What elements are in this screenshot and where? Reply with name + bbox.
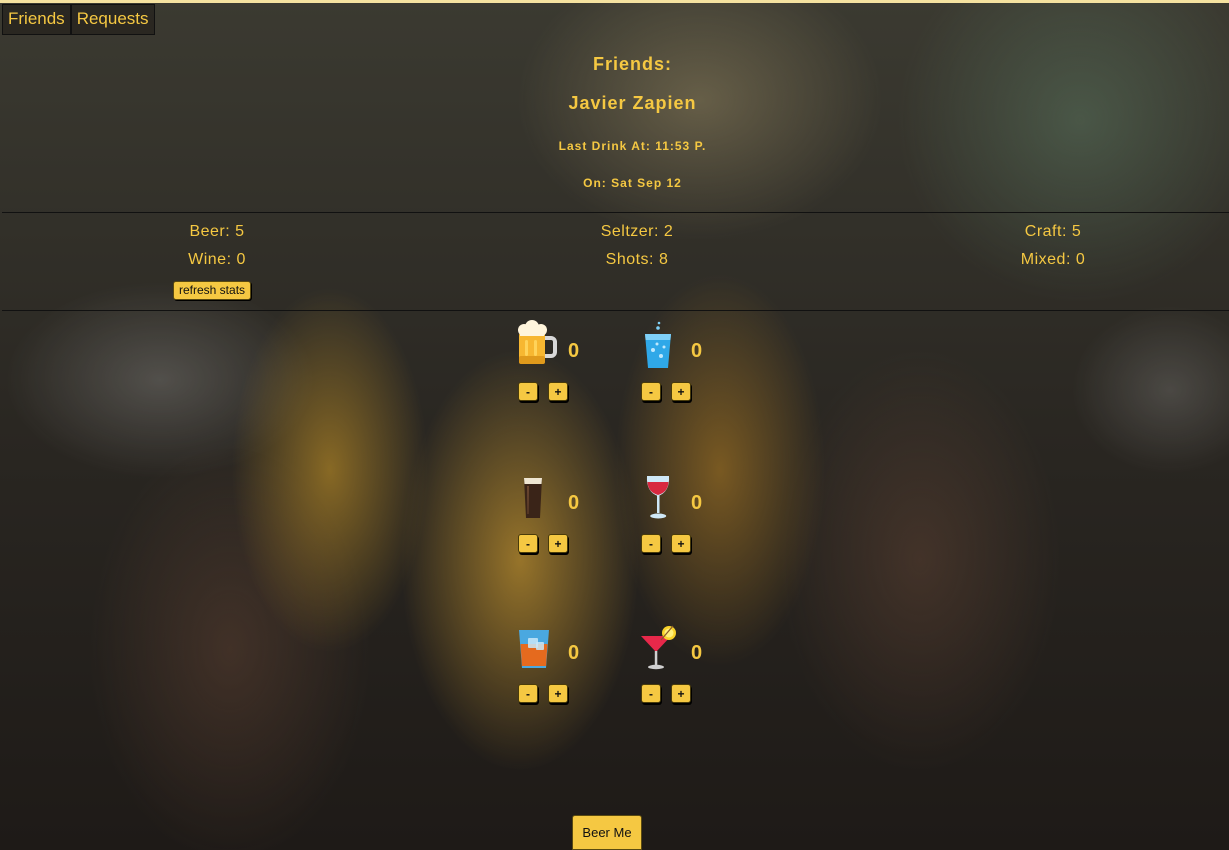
increment-button[interactable]: + (548, 684, 568, 703)
drink-seltzer: 0 - + (639, 320, 719, 410)
wine-glass-icon (646, 476, 670, 519)
friend-name: Javier Zapien (568, 93, 697, 113)
friends-heading: Friends: (592, 54, 672, 74)
increment-button[interactable]: + (548, 382, 568, 401)
top-border (0, 0, 1229, 3)
seltzer-glass-icon (645, 321, 671, 368)
drink-mixed: 0 - + (639, 622, 719, 712)
cocktail-glass-icon (641, 625, 676, 670)
stat-seltzer: Seltzer: 2 (600, 223, 674, 240)
divider-bottom (2, 310, 1229, 311)
divider-top (2, 212, 1229, 213)
stat-wine: Wine: 0 (188, 251, 246, 268)
drink-count: 0 (568, 340, 580, 362)
stat-craft: Craft: 5 (1024, 223, 1082, 240)
last-drink-time: Last Drink At: 11:53 P. (558, 139, 707, 153)
increment-button[interactable]: + (671, 534, 691, 553)
decrement-button[interactable]: - (518, 684, 538, 703)
increment-button[interactable]: + (548, 534, 568, 553)
decrement-button[interactable]: - (518, 534, 538, 553)
stat-beer: Beer: 5 (189, 223, 245, 240)
shot-tumbler-icon (519, 630, 549, 668)
tab-friends[interactable]: Friends (2, 4, 71, 35)
drink-count: 0 (691, 340, 703, 362)
increment-button[interactable]: + (671, 382, 691, 401)
drink-count: 0 (691, 492, 703, 514)
drink-count: 0 (568, 642, 580, 664)
stat-shots: Shots: 8 (605, 251, 669, 268)
refresh-stats-button[interactable]: refresh stats (173, 281, 252, 300)
stat-mixed: Mixed: 0 (1020, 251, 1086, 268)
increment-button[interactable]: + (671, 684, 691, 703)
decrement-button[interactable]: - (641, 534, 661, 553)
drink-shots: 0 - + (516, 622, 596, 712)
drink-beer: 0 - + (516, 320, 596, 410)
beer-mug-icon (518, 320, 557, 364)
drink-craft: 0 - + (516, 472, 596, 562)
drink-count: 0 (568, 492, 580, 514)
nav-tabs: Friends Requests (2, 4, 155, 35)
craft-pint-icon (524, 478, 542, 518)
drink-wine: 0 - + (639, 472, 719, 562)
drink-count: 0 (691, 642, 703, 664)
last-drink-date: On: Sat Sep 12 (583, 176, 682, 190)
tab-requests[interactable]: Requests (70, 4, 155, 35)
beer-me-button[interactable]: Beer Me (572, 815, 642, 850)
decrement-button[interactable]: - (641, 684, 661, 703)
decrement-button[interactable]: - (518, 382, 538, 401)
decrement-button[interactable]: - (641, 382, 661, 401)
